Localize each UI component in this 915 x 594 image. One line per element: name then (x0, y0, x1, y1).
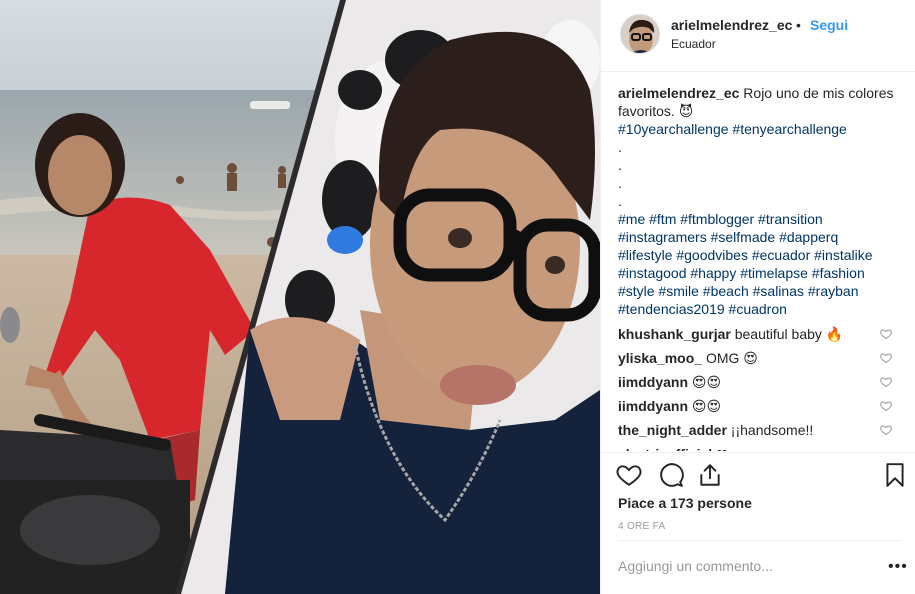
list-item: electricofficial ❤ (618, 443, 908, 451)
avatar[interactable] (620, 14, 660, 54)
hashtags-line-1[interactable]: #10yearchallenge #tenyearchallenge (618, 120, 900, 138)
header-username-link[interactable]: arielmelendrez_ec (671, 17, 792, 33)
post-timestamp[interactable]: 4 ORE FA (618, 521, 665, 532)
heart-outline-icon[interactable] (880, 400, 892, 412)
header-separator: • (796, 17, 801, 33)
post-photo[interactable] (0, 0, 600, 594)
hashtags-line-5[interactable]: #instagood #happy #timelapse #fashion (618, 264, 900, 282)
comment-text: ❤ (716, 446, 728, 451)
post-side-panel: arielmelendrez_ec • Segui Ecuador arielm… (600, 0, 915, 594)
share-icon[interactable] (697, 462, 723, 488)
comment-username-link[interactable]: iimddyann (618, 374, 688, 390)
devil-emoji: 😈 (678, 103, 694, 119)
follow-button[interactable]: Segui (810, 17, 848, 33)
more-options-button[interactable]: ••• (888, 559, 908, 575)
list-item: iimddyann 😍😍 (618, 371, 908, 395)
comment-username-link[interactable]: iimddyann (618, 398, 688, 414)
hashtags-line-2[interactable]: #me #ftm #ftmblogger #transition (618, 210, 900, 228)
heart-icon[interactable] (616, 462, 642, 488)
caption-dot: . (618, 157, 622, 173)
comment-username-link[interactable]: khushank_gurjar (618, 326, 731, 342)
comment-text: beautiful baby 🔥 (734, 326, 844, 342)
heart-outline-icon[interactable] (880, 328, 892, 340)
comment-text: 😍😍 (691, 398, 722, 414)
location-link[interactable]: Ecuador (671, 37, 716, 51)
add-comment-bar: ••• (601, 541, 915, 594)
comment-username-link[interactable]: yliska_moo_ (618, 350, 702, 366)
caption-dot: . (618, 175, 622, 191)
list-item: khushank_gurjar beautiful baby 🔥 (618, 323, 908, 347)
caption-username-link[interactable]: arielmelendrez_ec (618, 85, 739, 101)
list-item: iimddyann 😍😍 (618, 395, 908, 419)
heart-outline-icon[interactable] (880, 376, 892, 388)
photo-left-beach-image (0, 0, 600, 594)
post-caption: arielmelendrez_ec Rojo uno de mis colore… (618, 84, 900, 318)
hashtags-line-6[interactable]: #style #smile #beach #salinas #rayban (618, 282, 900, 300)
list-item: yliska_moo_ OMG 😍 (618, 347, 908, 371)
caption-dot: . (618, 139, 622, 155)
add-comment-input[interactable] (618, 558, 858, 574)
comment-username-link[interactable]: electricofficial (618, 446, 712, 451)
avatar-image (621, 15, 659, 53)
likes-count-link[interactable]: Piace a 173 persone (618, 495, 752, 511)
hashtags-line-7[interactable]: #tendencias2019 #cuadron (618, 300, 900, 318)
comments-list: khushank_gurjar beautiful baby 🔥 yliska_… (618, 323, 908, 451)
hashtags-line-3[interactable]: #instagramers #selfmade #dapperq (618, 228, 900, 246)
hashtags-line-4[interactable]: #lifestyle #goodvibes #ecuador #instalik… (618, 246, 900, 264)
comment-text: ¡¡handsome!! (730, 422, 814, 438)
list-item: the_night_adder ¡¡handsome!! (618, 419, 908, 443)
caption-dot: . (618, 193, 622, 209)
heart-outline-icon[interactable] (880, 424, 892, 436)
bookmark-icon[interactable] (882, 462, 908, 488)
post-header: arielmelendrez_ec • Segui Ecuador (601, 0, 915, 72)
comment-text: OMG 😍 (705, 350, 758, 366)
comment-icon[interactable] (658, 462, 684, 488)
comment-username-link[interactable]: the_night_adder (618, 422, 727, 438)
comment-text: 😍😍 (691, 374, 722, 390)
post-actions-bar (601, 452, 915, 494)
heart-outline-icon[interactable] (880, 352, 892, 364)
